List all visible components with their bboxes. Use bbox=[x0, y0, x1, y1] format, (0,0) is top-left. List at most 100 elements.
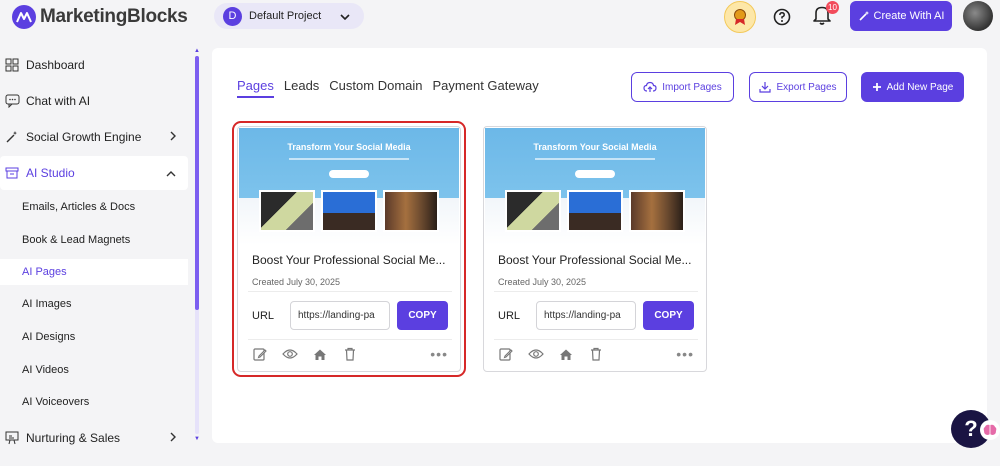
trash-icon[interactable] bbox=[588, 346, 604, 362]
sidebar-scrollbar[interactable]: ▲ ▼ bbox=[194, 48, 200, 442]
divider bbox=[494, 291, 698, 292]
thumbnail-image-person bbox=[321, 190, 377, 232]
scroll-down-icon[interactable]: ▼ bbox=[194, 436, 200, 442]
sidebar-item-dashboard[interactable]: Dashboard bbox=[0, 48, 188, 82]
thumbnail-image-coffee bbox=[629, 190, 685, 232]
page-card[interactable]: Transform Your Social Media Boost Your P… bbox=[483, 126, 707, 372]
thumbnail-image-phone bbox=[505, 190, 561, 232]
copy-url-button[interactable]: COPY bbox=[397, 301, 448, 330]
thumbnail-subtext bbox=[535, 158, 655, 160]
tab-leads[interactable]: Leads bbox=[284, 78, 319, 98]
cloud-upload-icon bbox=[643, 81, 657, 92]
page-card-title: Boost Your Professional Social Me... bbox=[252, 253, 446, 267]
page-url-input[interactable] bbox=[290, 301, 390, 330]
sidebar-subitem-label: AI Videos bbox=[22, 364, 69, 376]
chat-icon bbox=[4, 93, 20, 109]
page-card-date: Created July 30, 2025 bbox=[498, 277, 587, 287]
sidebar-subitem-ai-videos[interactable]: AI Videos bbox=[0, 357, 188, 383]
eye-icon[interactable] bbox=[282, 346, 298, 362]
sidebar-subitem-ai-pages[interactable]: AI Pages bbox=[0, 259, 188, 285]
create-with-ai-label: Create With AI bbox=[873, 10, 945, 22]
chevron-down-icon bbox=[340, 7, 350, 25]
page-card-actions bbox=[498, 346, 604, 362]
notification-count-badge: 10 bbox=[826, 1, 839, 14]
sidebar-item-label: AI Studio bbox=[26, 166, 75, 180]
presentation-icon bbox=[4, 430, 20, 446]
sidebar-subitem-label: AI Images bbox=[22, 298, 72, 310]
sidebar: Dashboard Chat with AI Social Growth Eng… bbox=[0, 46, 188, 466]
main-panel: Pages Leads Custom Domain Payment Gatewa… bbox=[212, 48, 987, 443]
eye-icon[interactable] bbox=[528, 346, 544, 362]
scrollbar-thumb[interactable] bbox=[195, 56, 199, 310]
divider bbox=[248, 339, 452, 340]
sidebar-subitem-label: AI Pages bbox=[22, 266, 67, 278]
sidebar-subitem-emails-articles-docs[interactable]: Emails, Articles & Docs bbox=[0, 194, 188, 220]
help-circle-icon[interactable] bbox=[770, 5, 794, 29]
app-name: MarketingBlocks bbox=[40, 6, 188, 27]
sidebar-item-label: Dashboard bbox=[26, 58, 85, 72]
trash-icon[interactable] bbox=[342, 346, 358, 362]
page-thumbnail[interactable]: Transform Your Social Media bbox=[485, 128, 705, 245]
page-thumbnail[interactable]: Transform Your Social Media bbox=[239, 128, 459, 245]
sidebar-item-label: Chat with AI bbox=[26, 94, 91, 108]
chevron-right-icon bbox=[170, 431, 176, 445]
project-name: Default Project bbox=[249, 10, 322, 22]
edit-icon[interactable] bbox=[498, 346, 514, 362]
thumbnail-heading: Transform Your Social Media bbox=[287, 142, 411, 152]
create-with-ai-button[interactable]: Create With AI bbox=[850, 1, 952, 31]
url-label: URL bbox=[498, 310, 521, 322]
notifications-button[interactable]: 10 bbox=[812, 1, 839, 30]
more-options-icon[interactable]: ••• bbox=[430, 346, 448, 362]
sidebar-subitem-ai-designs[interactable]: AI Designs bbox=[0, 324, 188, 350]
home-icon[interactable] bbox=[558, 346, 574, 362]
tab-pages[interactable]: Pages bbox=[237, 78, 274, 98]
sidebar-item-chat-with-ai[interactable]: Chat with AI bbox=[0, 84, 188, 118]
copy-url-button[interactable]: COPY bbox=[643, 301, 694, 330]
sidebar-item-social-growth-engine[interactable]: Social Growth Engine bbox=[0, 120, 188, 154]
download-icon bbox=[759, 82, 772, 93]
sidebar-subitem-label: AI Designs bbox=[22, 331, 76, 343]
add-new-page-button[interactable]: Add New Page bbox=[861, 72, 964, 102]
page-url-input[interactable] bbox=[536, 301, 636, 330]
plus-icon bbox=[872, 83, 881, 91]
home-icon[interactable] bbox=[312, 346, 328, 362]
tab-custom-domain[interactable]: Custom Domain bbox=[329, 78, 422, 98]
sidebar-item-label: Social Growth Engine bbox=[26, 130, 142, 144]
export-pages-button[interactable]: Export Pages bbox=[749, 72, 847, 102]
scroll-up-icon[interactable]: ▲ bbox=[194, 48, 200, 54]
magic-wand-icon bbox=[4, 129, 20, 145]
divider bbox=[248, 291, 452, 292]
award-badge-icon[interactable] bbox=[724, 1, 756, 33]
divider bbox=[494, 339, 698, 340]
app-logo[interactable]: MarketingBlocks bbox=[12, 5, 188, 29]
user-avatar[interactable] bbox=[963, 1, 993, 31]
sidebar-item-ai-studio[interactable]: AI Studio bbox=[0, 156, 188, 190]
page-card-title: Boost Your Professional Social Me... bbox=[498, 253, 692, 267]
magic-wand-icon bbox=[858, 11, 869, 21]
edit-icon[interactable] bbox=[252, 346, 268, 362]
archive-box-icon bbox=[4, 165, 20, 181]
top-bar: MarketingBlocks D Default Project 10 Cre… bbox=[0, 0, 1000, 34]
thumbnail-cta bbox=[329, 170, 369, 178]
page-card-actions bbox=[252, 346, 358, 362]
project-avatar: D bbox=[223, 6, 242, 26]
sidebar-subitem-book-lead-magnets[interactable]: Book & Lead Magnets bbox=[0, 227, 188, 253]
add-new-page-label: Add New Page bbox=[886, 81, 954, 93]
thumbnail-image-phone bbox=[259, 190, 315, 232]
page-card-date: Created July 30, 2025 bbox=[252, 277, 341, 287]
more-options-icon[interactable]: ••• bbox=[676, 346, 694, 362]
tab-payment-gateway[interactable]: Payment Gateway bbox=[433, 78, 539, 98]
sidebar-subitem-ai-voiceovers[interactable]: AI Voiceovers bbox=[0, 389, 188, 415]
sidebar-subitem-label: Emails, Articles & Docs bbox=[22, 201, 136, 213]
sidebar-subitem-ai-images[interactable]: AI Images bbox=[0, 291, 188, 317]
thumbnail-cta bbox=[575, 170, 615, 178]
logo-mark-icon bbox=[12, 5, 36, 29]
sidebar-item-nurturing-sales[interactable]: Nurturing & Sales bbox=[0, 421, 188, 455]
page-card[interactable]: Transform Your Social Media Boost Your P… bbox=[232, 121, 466, 377]
project-selector[interactable]: D Default Project bbox=[214, 3, 364, 29]
brain-icon bbox=[980, 420, 1000, 440]
sidebar-subitem-label: AI Voiceovers bbox=[22, 396, 90, 408]
thumbnail-image-person bbox=[567, 190, 623, 232]
import-pages-button[interactable]: Import Pages bbox=[631, 72, 734, 102]
thumbnail-image-coffee bbox=[383, 190, 439, 232]
